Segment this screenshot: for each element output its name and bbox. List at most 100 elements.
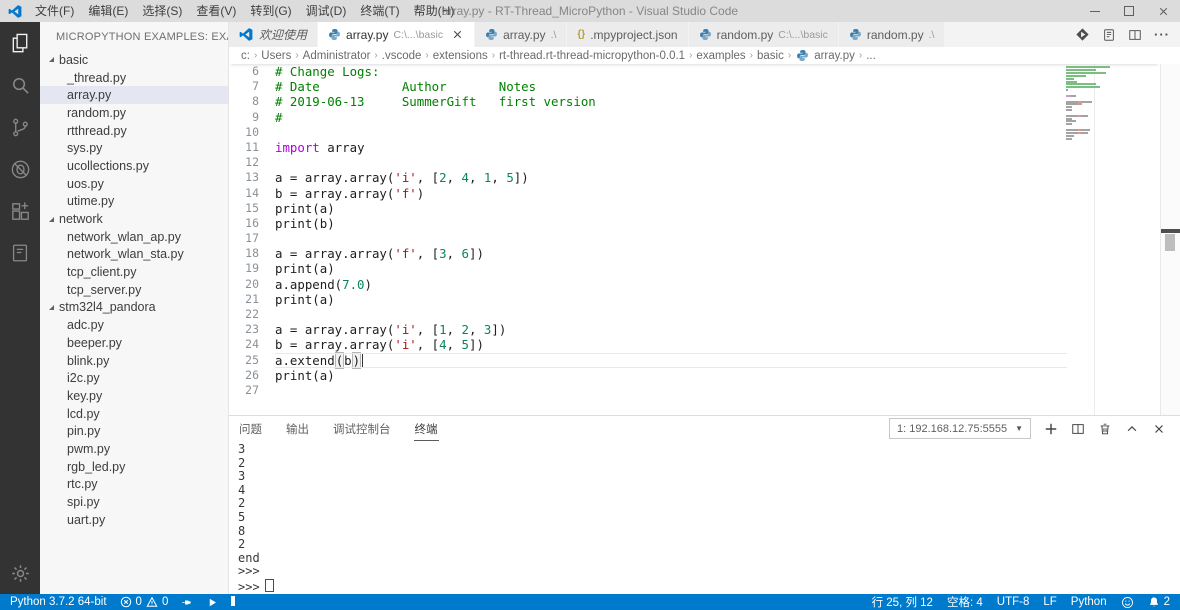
line-number[interactable]: 10	[229, 125, 259, 140]
tree-item-_thread.py[interactable]: _thread.py	[40, 69, 228, 87]
tree-item-i2c.py[interactable]: i2c.py	[40, 369, 228, 387]
terminal-selector[interactable]: 1: 192.168.12.75:5555 ▼	[889, 418, 1031, 439]
line-number[interactable]: 25	[229, 353, 259, 368]
run-icon[interactable]	[1075, 27, 1090, 42]
panel-tab-调试控制台[interactable]: 调试控制台	[332, 416, 392, 441]
menu-item-4[interactable]: 转到(G)	[243, 0, 298, 22]
python-version[interactable]: Python 3.7.2 64-bit	[10, 596, 107, 608]
line-number[interactable]: 11	[229, 140, 259, 155]
line-number[interactable]: 22	[229, 307, 259, 322]
terminal-output[interactable]: 3 2 3 4 2 5 8 2 end >>> >>>	[238, 442, 1176, 594]
breadcrumb-item[interactable]: array.py	[814, 50, 855, 62]
breadcrumb-item[interactable]: c:	[241, 50, 250, 62]
breadcrumb-item[interactable]: ...	[866, 50, 876, 62]
line-number[interactable]: 18	[229, 246, 259, 261]
menu-item-0[interactable]: 文件(F)	[28, 0, 81, 22]
smiley-icon[interactable]	[1121, 596, 1134, 609]
tree-item-pwm.py[interactable]: pwm.py	[40, 440, 228, 458]
line-number[interactable]: 9	[229, 110, 259, 125]
split-editor-icon[interactable]	[1128, 28, 1142, 42]
tab-4-random.py[interactable]: random.py C:\...\basic	[688, 22, 839, 47]
trash-icon[interactable]	[1098, 422, 1112, 436]
files-icon[interactable]	[0, 22, 40, 64]
tree-item-ucollections.py[interactable]: ucollections.py	[40, 157, 228, 175]
tree-item-rtc.py[interactable]: rtc.py	[40, 476, 228, 494]
scrollbar-thumb[interactable]	[1165, 234, 1175, 251]
tree-item-tcp_client.py[interactable]: tcp_client.py	[40, 263, 228, 281]
tree-item-rgb_led.py[interactable]: rgb_led.py	[40, 458, 228, 476]
tab-3-.mpyproject.json[interactable]: {} .mpyproject.json	[567, 22, 689, 47]
line-number[interactable]: 8	[229, 94, 259, 109]
book-icon[interactable]	[0, 232, 40, 274]
line-number[interactable]: 6	[229, 64, 259, 79]
split-icon[interactable]	[1071, 422, 1085, 436]
encoding[interactable]: UTF-8	[997, 596, 1030, 608]
minimize-button[interactable]	[1078, 0, 1112, 22]
more-actions-icon[interactable]: ···	[1154, 27, 1170, 42]
breadcrumb-item[interactable]: examples	[696, 50, 745, 62]
problems-status[interactable]: 00	[120, 596, 168, 608]
line-number[interactable]: 13	[229, 170, 259, 185]
tree-item-rtthread.py[interactable]: rtthread.py	[40, 122, 228, 140]
breadcrumb-item[interactable]: rt-thread.rt-thread-micropython-0.0.1	[499, 50, 685, 62]
eol[interactable]: LF	[1043, 596, 1056, 608]
line-number[interactable]: 21	[229, 292, 259, 307]
line-number[interactable]: 27	[229, 383, 259, 398]
menu-item-2[interactable]: 选择(S)	[135, 0, 189, 22]
breadcrumb-item[interactable]: .vscode	[382, 50, 422, 62]
panel-close-icon[interactable]	[1152, 422, 1166, 436]
line-number[interactable]: 23	[229, 322, 259, 337]
line-number[interactable]: 24	[229, 337, 259, 352]
plus-icon[interactable]	[1044, 422, 1058, 436]
tab-5-random.py[interactable]: random.py .\	[838, 22, 946, 47]
line-number[interactable]: 16	[229, 216, 259, 231]
tree-item-uart.py[interactable]: uart.py	[40, 511, 228, 529]
line-number[interactable]: 12	[229, 155, 259, 170]
notifications[interactable]: 2	[1148, 596, 1170, 608]
line-number[interactable]: 20	[229, 277, 259, 292]
tree-item-uos.py[interactable]: uos.py	[40, 175, 228, 193]
breadcrumb-item[interactable]: extensions	[433, 50, 488, 62]
panel-tab-问题[interactable]: 问题	[238, 416, 263, 441]
line-number[interactable]: 17	[229, 231, 259, 246]
tree-item-spi.py[interactable]: spi.py	[40, 493, 228, 511]
tree-item-adc.py[interactable]: adc.py	[40, 316, 228, 334]
line-number[interactable]: 19	[229, 261, 259, 276]
source-control-icon[interactable]	[0, 106, 40, 148]
breadcrumb-item[interactable]: Administrator	[303, 50, 371, 62]
language-mode[interactable]: Python	[1071, 596, 1107, 608]
line-number[interactable]: 14	[229, 186, 259, 201]
tree-item-beeper.py[interactable]: beeper.py	[40, 334, 228, 352]
tree-item-blink.py[interactable]: blink.py	[40, 352, 228, 370]
stop-icon[interactable]	[231, 595, 236, 609]
tree-item-tcp_server.py[interactable]: tcp_server.py	[40, 281, 228, 299]
plug-icon[interactable]	[181, 596, 194, 609]
menu-item-3[interactable]: 查看(V)	[189, 0, 243, 22]
tree-item-random.py[interactable]: random.py	[40, 104, 228, 122]
tab-1-array.py[interactable]: array.py C:\...\basic	[318, 22, 476, 47]
tree-item-stm32l4_pandora[interactable]: stm32l4_pandora	[40, 299, 228, 317]
extensions-icon[interactable]	[0, 190, 40, 232]
tree-item-sys.py[interactable]: sys.py	[40, 139, 228, 157]
close-icon[interactable]	[451, 28, 464, 41]
tree-item-key.py[interactable]: key.py	[40, 387, 228, 405]
panel-tab-输出[interactable]: 输出	[285, 416, 310, 441]
gear-icon[interactable]	[0, 552, 40, 594]
menu-item-1[interactable]: 编辑(E)	[81, 0, 135, 22]
close-button[interactable]	[1146, 0, 1180, 22]
search-icon[interactable]	[0, 64, 40, 106]
chevron-up-icon[interactable]	[1125, 422, 1139, 436]
tree-item-network[interactable]: network	[40, 210, 228, 228]
minimap[interactable]	[1066, 66, 1112, 143]
menu-item-5[interactable]: 调试(D)	[299, 0, 354, 22]
tree-item-basic[interactable]: basic	[40, 51, 228, 69]
tree-item-pin.py[interactable]: pin.py	[40, 422, 228, 440]
play-icon[interactable]	[207, 597, 218, 608]
tree-item-array.py[interactable]: array.py	[40, 86, 228, 105]
tree-item-utime.py[interactable]: utime.py	[40, 193, 228, 211]
tab-0-欢迎使用[interactable]: 欢迎使用	[229, 22, 319, 47]
tree-item-lcd.py[interactable]: lcd.py	[40, 405, 228, 423]
line-number[interactable]: 26	[229, 368, 259, 383]
tree-item-network_wlan_ap.py[interactable]: network_wlan_ap.py	[40, 228, 228, 246]
indentation[interactable]: 空格: 4	[947, 594, 983, 610]
